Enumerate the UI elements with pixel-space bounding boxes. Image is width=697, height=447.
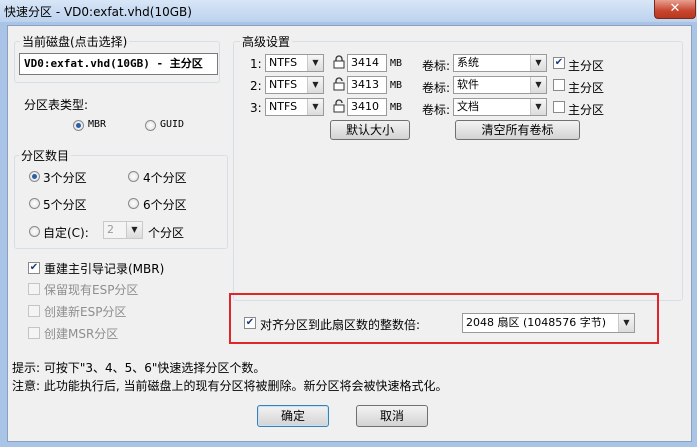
default-size-button[interactable]: 默认大小 <box>330 120 410 140</box>
row-2-volume-select[interactable]: 软件 ▼ <box>453 76 547 94</box>
radio-3-partitions[interactable] <box>29 171 40 182</box>
align-sectors-value: 2048 扇区 (1048576 字节) <box>466 316 607 329</box>
lock-icon[interactable] <box>333 55 345 72</box>
chevron-down-icon: ▼ <box>307 77 323 93</box>
custom-count-select[interactable]: 2 ▼ <box>103 221 143 239</box>
partition-count-label: 分区数目 <box>19 147 72 164</box>
row-1-volume-value: 系统 <box>457 56 479 69</box>
create-msr-label: 创建MSR分区 <box>44 327 119 341</box>
align-sectors-select[interactable]: 2048 扇区 (1048576 字节) ▼ <box>462 313 635 333</box>
rebuild-mbr-label: 重建主引导记录(MBR) <box>44 262 165 276</box>
cancel-button[interactable]: 取消 <box>356 405 428 427</box>
row-3-primary-checkbox[interactable] <box>553 101 565 113</box>
radio-3-partitions-label: 3个分区 <box>43 171 87 185</box>
radio-6-partitions[interactable] <box>128 198 139 209</box>
create-esp-checkbox[interactable] <box>28 305 40 317</box>
close-button[interactable]: ✕ <box>654 0 696 19</box>
unlock-icon[interactable] <box>333 77 345 94</box>
radio-custom-partitions[interactable] <box>29 226 40 237</box>
row-2-fs-value: NTFS <box>269 78 298 91</box>
chevron-down-icon: ▼ <box>307 55 323 71</box>
row-3-fs-select[interactable]: NTFS ▼ <box>265 98 324 116</box>
row-1-volume-label-text: 卷标: <box>422 59 451 73</box>
radio-4-partitions-label: 4个分区 <box>143 171 187 185</box>
radio-mbr[interactable] <box>73 120 84 131</box>
close-icon: ✕ <box>669 1 681 16</box>
chevron-down-icon: ▼ <box>530 99 546 115</box>
radio-guid-label: GUID <box>160 119 185 130</box>
row-3-fs-value: NTFS <box>269 100 298 113</box>
tip-text: 提示: 可按下"3、4、5、6"快速选择分区个数。 <box>12 361 266 375</box>
chevron-down-icon: ▼ <box>307 99 323 115</box>
row-2-unit: MB <box>390 80 403 91</box>
row-2-primary-label: 主分区 <box>568 81 605 95</box>
row-1-primary-checkbox[interactable]: ✔ <box>553 57 565 69</box>
chevron-down-icon: ▼ <box>530 77 546 93</box>
radio-custom-label: 自定(C): <box>43 226 89 240</box>
clear-labels-button[interactable]: 清空所有卷标 <box>455 120 580 140</box>
row-3-volume-value: 文档 <box>457 100 479 113</box>
radio-mbr-label: MBR <box>88 119 107 130</box>
ok-button[interactable]: 确定 <box>257 405 329 427</box>
row-2-primary-checkbox[interactable] <box>553 79 565 91</box>
row-3-volume-label-text: 卷标: <box>422 103 451 117</box>
row-1-unit: MB <box>390 58 403 69</box>
row-3-primary-label: 主分区 <box>568 103 605 117</box>
custom-count-value: 2 <box>107 223 114 236</box>
row-3-size-input[interactable]: 3410 <box>347 98 387 116</box>
radio-guid[interactable] <box>145 120 156 131</box>
chevron-down-icon: ▼ <box>126 222 142 238</box>
radio-4-partitions[interactable] <box>128 171 139 182</box>
create-esp-label: 创建新ESP分区 <box>44 305 127 319</box>
warning-text: 注意: 此功能执行后, 当前磁盘上的现有分区将被删除。新分区将会被快速格式化。 <box>12 379 448 393</box>
create-msr-checkbox[interactable] <box>28 327 40 339</box>
row-1-index: 1: <box>250 57 262 71</box>
row-2-volume-label-text: 卷标: <box>422 81 451 95</box>
advanced-settings-label: 高级设置 <box>240 33 293 50</box>
current-disk-label: 当前磁盘(点击选择) <box>20 33 130 50</box>
title-bar[interactable]: 快速分区 - VD0:exfat.vhd(10GB) ✕ <box>0 0 697 22</box>
align-partitions-label: 对齐分区到此扇区数的整数倍: <box>260 318 421 332</box>
row-3-volume-select[interactable]: 文档 ▼ <box>453 98 547 116</box>
row-1-primary-label: 主分区 <box>568 59 605 73</box>
row-3-unit: MB <box>390 102 403 113</box>
keep-esp-checkbox[interactable] <box>28 283 40 295</box>
align-partitions-checkbox[interactable]: ✔ <box>244 317 256 329</box>
row-2-fs-select[interactable]: NTFS ▼ <box>265 76 324 94</box>
row-1-fs-value: NTFS <box>269 56 298 69</box>
radio-5-partitions[interactable] <box>29 198 40 209</box>
window-title: 快速分区 - VD0:exfat.vhd(10GB) <box>4 5 192 19</box>
chevron-down-icon: ▼ <box>618 314 634 332</box>
unlock-icon[interactable] <box>333 99 345 116</box>
row-2-index: 2: <box>250 79 262 93</box>
radio-5-partitions-label: 5个分区 <box>43 198 87 212</box>
row-1-fs-select[interactable]: NTFS ▼ <box>265 54 324 72</box>
current-disk-selector[interactable]: VD0:exfat.vhd(10GB) - 主分区 <box>19 53 218 75</box>
rebuild-mbr-checkbox[interactable]: ✔ <box>28 262 40 274</box>
radio-6-partitions-label: 6个分区 <box>143 198 187 212</box>
row-3-index: 3: <box>250 101 262 115</box>
partition-table-label: 分区表类型: <box>24 98 89 112</box>
chevron-down-icon: ▼ <box>530 55 546 71</box>
keep-esp-label: 保留现有ESP分区 <box>44 283 139 297</box>
row-2-size-input[interactable]: 3413 <box>347 76 387 94</box>
row-1-volume-select[interactable]: 系统 ▼ <box>453 54 547 72</box>
custom-count-suffix: 个分区 <box>148 226 185 240</box>
row-1-size-input[interactable]: 3414 <box>347 54 387 72</box>
row-2-volume-value: 软件 <box>457 78 479 91</box>
